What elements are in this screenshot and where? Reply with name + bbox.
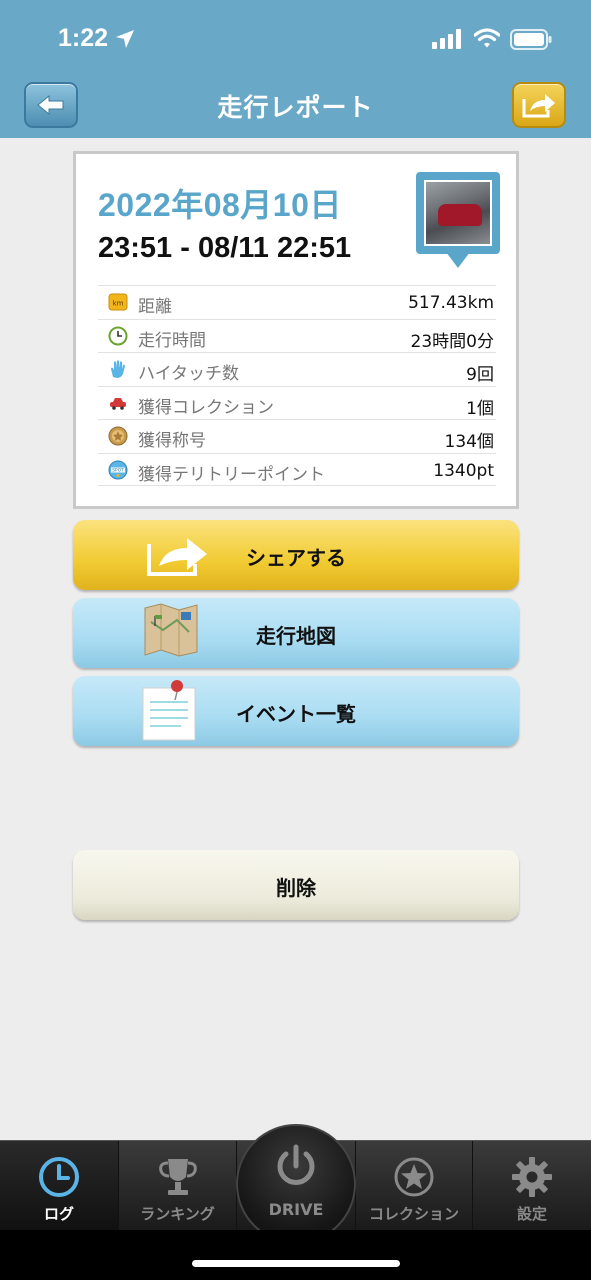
tab-settings[interactable]: 設定 — [473, 1141, 591, 1231]
tab-collection[interactable]: コレクション — [355, 1141, 473, 1231]
stat-label: 獲得テリトリーポイント — [138, 464, 325, 485]
event-list-label: イベント一覧 — [236, 702, 356, 726]
report-time-range: 23:51 - 08/11 22:51 — [98, 232, 352, 264]
wifi-icon — [474, 28, 500, 48]
stat-value: 134個 — [444, 432, 494, 452]
pin-tip — [446, 252, 470, 268]
car-image — [438, 204, 482, 226]
tab-ranking[interactable]: ランキング — [119, 1141, 237, 1231]
delete-label: 削除 — [276, 876, 316, 900]
drive-map-label: 走行地図 — [256, 624, 336, 648]
home-indicator-area — [0, 1230, 591, 1280]
app-header: 1:22 走行レポート — [0, 0, 591, 138]
power-icon — [277, 1144, 315, 1185]
photo-pin[interactable] — [416, 172, 500, 272]
share-icon — [522, 94, 555, 118]
tab-log[interactable]: ログ — [0, 1141, 119, 1231]
stat-row-territory: SPOT 獲得テリトリーポイント 1340pt — [98, 452, 496, 486]
stat-value: 1個 — [466, 398, 494, 419]
report-date: 2022年08月10日 — [98, 187, 342, 223]
report-card: 2022年08月10日 23:51 - 08/11 22:51 km 距離 51… — [73, 151, 519, 509]
stat-row-high-touch: ハイタッチ数 9回 — [98, 352, 496, 386]
stat-label: 走行時間 — [138, 330, 206, 351]
tab-log-label: ログ — [43, 1205, 74, 1223]
stat-value: 517.43km — [408, 293, 494, 313]
share-button[interactable]: シェアする — [73, 520, 519, 590]
stat-value: 1340pt — [433, 460, 494, 481]
tab-settings-label: 設定 — [516, 1205, 547, 1223]
stat-label: 獲得コレクション — [138, 397, 274, 418]
delete-button[interactable]: 削除 — [73, 850, 519, 920]
cellular-signal-icon — [432, 29, 461, 49]
stat-label: ハイタッチ数 — [138, 364, 239, 384]
spot-icon: SPOT — [108, 460, 128, 479]
car-icon — [110, 397, 126, 410]
stat-label: 獲得称号 — [138, 431, 206, 451]
svg-text:SPOT: SPOT — [112, 467, 124, 473]
stat-row-drive-time: 走行時間 23時間0分 — [98, 318, 496, 353]
stat-row-titles: 獲得称号 134個 — [98, 419, 496, 453]
km-icon: km — [108, 293, 128, 311]
stat-label: 距離 — [138, 297, 172, 317]
status-bar: 1:22 — [0, 0, 591, 80]
page-title: 走行レポート — [217, 93, 374, 122]
drive-button[interactable]: DRIVE — [236, 1124, 356, 1244]
stats-list: km 距離 517.43km 走行時間 23時間0分 ハイタッチ数 9回 獲得コ… — [98, 285, 496, 486]
svg-text:km: km — [113, 300, 124, 308]
clock-icon — [39, 1157, 79, 1197]
hand-icon — [111, 360, 125, 378]
drive-label: DRIVE — [268, 1200, 324, 1219]
stat-row-collection: 獲得コレクション 1個 — [98, 385, 496, 420]
share-nav-button[interactable] — [512, 82, 566, 128]
stat-row-distance: km 距離 517.43km — [98, 285, 496, 319]
status-time: 1:22 — [58, 24, 109, 52]
medal-icon — [108, 426, 128, 446]
stat-value: 23時間0分 — [410, 331, 494, 352]
drive-map-button[interactable]: 走行地図 — [73, 598, 519, 668]
clock-icon — [108, 326, 128, 345]
gear-icon — [512, 1157, 552, 1197]
tab-collection-label: コレクション — [368, 1205, 459, 1223]
location-arrow-icon — [116, 30, 134, 48]
car-photo — [424, 180, 492, 246]
event-list-button[interactable]: イベント一覧 — [73, 676, 519, 746]
share-button-label: シェアする — [246, 546, 346, 570]
battery-icon — [510, 29, 552, 50]
tab-ranking-label: ランキング — [140, 1205, 215, 1223]
stat-value: 9回 — [466, 365, 494, 385]
star-badge-icon — [394, 1157, 434, 1197]
home-indicator[interactable] — [192, 1260, 400, 1267]
trophy-icon — [158, 1159, 197, 1195]
